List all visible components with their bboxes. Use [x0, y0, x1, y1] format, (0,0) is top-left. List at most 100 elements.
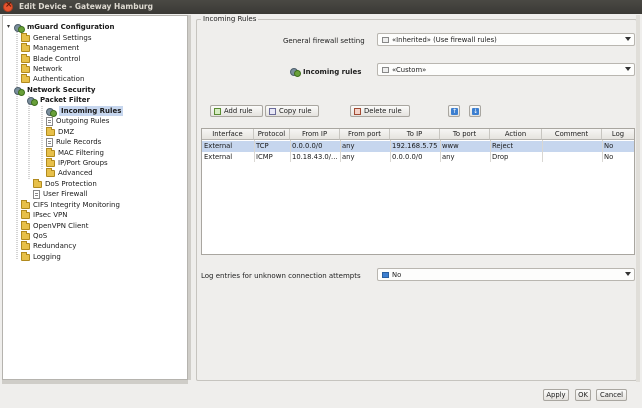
tree-item-network[interactable]: Network — [21, 63, 62, 74]
column-header-from-port[interactable]: From port — [340, 129, 390, 140]
tree-item-incoming-rules[interactable]: Incoming Rules — [46, 106, 124, 117]
cell-to-ip: 192.168.5.75 — [392, 142, 438, 150]
log-unknown-select[interactable]: No — [377, 268, 635, 281]
folder-icon — [21, 199, 30, 209]
general-firewall-select[interactable]: «Inherited» (Use firewall rules) — [377, 33, 635, 46]
log-unknown-label: Log entries for unknown connection attem… — [201, 272, 361, 280]
cell-action: Reject — [492, 142, 514, 150]
cell-action: Drop — [492, 153, 509, 161]
tree-item-ip-port-groups[interactable]: IP/Port Groups — [46, 157, 108, 168]
gear-icon — [290, 67, 301, 77]
column-divider — [542, 140, 543, 162]
folder-icon — [21, 230, 30, 240]
gear-icon — [14, 23, 25, 33]
delete-rule-button[interactable]: Delete rule — [350, 105, 410, 117]
cell-protocol: TCP — [256, 142, 269, 150]
column-header-to-ip[interactable]: To IP — [390, 129, 440, 140]
tree-item-management[interactable]: Management — [21, 42, 79, 53]
dialog-button-bar: Apply OK Cancel — [0, 386, 642, 408]
cell-from-port: any — [342, 142, 355, 150]
incoming-rules-group: Incoming Rules General firewall setting … — [196, 15, 637, 381]
add-rule-button[interactable]: Add rule — [210, 105, 263, 117]
apply-button[interactable]: Apply — [543, 389, 569, 401]
column-divider — [254, 140, 255, 162]
tree-item-dmz[interactable]: DMZ — [46, 126, 74, 137]
general-firewall-value: «Inherited» (Use firewall rules) — [392, 35, 497, 44]
table-row[interactable]: External ICMP 10.18.43.0/... any 0.0.0.0… — [202, 152, 634, 163]
column-header-interface[interactable]: Interface — [202, 129, 254, 140]
tree-item-qos[interactable]: QoS — [21, 230, 47, 241]
cell-comment — [542, 152, 602, 163]
cell-from-ip: 0.0.0.0/0 — [292, 142, 323, 150]
column-divider — [390, 140, 391, 162]
tree-item-blade-control[interactable]: Blade Control — [21, 53, 80, 64]
close-window-button[interactable] — [3, 0, 13, 12]
cell-interface: External — [204, 153, 233, 161]
tree-item-redundancy[interactable]: Redundancy — [21, 240, 76, 251]
rules-table: Interface Protocol From IP From port To … — [201, 128, 635, 255]
cell-to-port: any — [442, 153, 455, 161]
tree-item-cifs-integrity-monitoring[interactable]: CIFS Integrity Monitoring — [21, 199, 120, 210]
folder-icon — [46, 157, 55, 167]
incoming-rules-label-wrap: Incoming rules — [290, 67, 362, 77]
tree-item-packet-filter[interactable]: Packet Filter — [27, 95, 90, 106]
chevron-down-icon — [625, 67, 631, 71]
collapse-icon[interactable]: ▾ — [7, 24, 13, 30]
column-header-action[interactable]: Action — [490, 129, 542, 140]
gear-icon — [14, 86, 25, 96]
tree-item-rule-records[interactable]: Rule Records — [46, 137, 101, 147]
column-header-log[interactable]: Log — [602, 129, 634, 140]
column-divider — [340, 140, 341, 162]
custom-icon — [382, 66, 389, 73]
tree-item-authentication[interactable]: Authentication — [21, 73, 84, 84]
table-row[interactable]: External TCP 0.0.0.0/0 any 192.168.5.75 … — [202, 141, 634, 152]
tree-item-mguard-configuration[interactable]: ▾ mGuard Configuration — [7, 22, 114, 33]
tree-item-network-security[interactable]: Network Security — [14, 85, 95, 96]
tree-item-ipsec-vpn[interactable]: IPsec VPN — [21, 209, 67, 220]
incoming-rules-select[interactable]: «Custom» — [377, 63, 635, 76]
column-divider — [602, 140, 603, 162]
tree-item-general-settings[interactable]: General Settings — [21, 32, 92, 43]
folder-icon — [21, 73, 30, 83]
add-rule-icon — [214, 107, 221, 115]
setting-icon — [382, 271, 389, 278]
delete-rule-icon — [354, 107, 361, 115]
tree-item-advanced[interactable]: Advanced — [46, 167, 93, 178]
column-header-comment[interactable]: Comment — [542, 129, 602, 140]
window-title: Edit Device - Gateway Hamburg — [19, 2, 153, 11]
copy-rule-button[interactable]: Copy rule — [265, 105, 319, 117]
incoming-rules-label: Incoming rules — [303, 67, 362, 76]
tree-item-user-firewall[interactable]: User Firewall — [33, 189, 88, 199]
tree-item-dos-protection[interactable]: DoS Protection — [33, 178, 97, 189]
group-title: Incoming Rules — [201, 15, 259, 23]
chevron-down-icon — [625, 37, 631, 41]
folder-icon — [33, 178, 42, 188]
cell-to-port: www — [442, 142, 459, 150]
inherit-icon — [382, 36, 389, 43]
column-header-from-ip[interactable]: From IP — [290, 129, 340, 140]
splitter-handle[interactable] — [188, 15, 191, 380]
move-down-button[interactable]: ↓ — [469, 105, 481, 117]
cell-protocol: ICMP — [256, 153, 273, 161]
cell-interface: External — [204, 142, 233, 150]
folder-icon — [21, 32, 30, 42]
move-up-button[interactable]: ↑ — [448, 105, 460, 117]
copy-rule-icon — [269, 107, 276, 115]
column-header-protocol[interactable]: Protocol — [254, 129, 290, 140]
content-panel: Incoming Rules General firewall setting … — [194, 15, 640, 382]
column-header-to-port[interactable]: To port — [440, 129, 490, 140]
tree-item-openvpn-client[interactable]: OpenVPN Client — [21, 220, 88, 231]
column-divider — [290, 140, 291, 162]
edit-device-window: Edit Device - Gateway Hamburg ▾mGuard Co… — [0, 0, 642, 408]
panel-scrollbar[interactable] — [636, 15, 640, 382]
incoming-rules-value: «Custom» — [392, 65, 427, 74]
folder-icon — [46, 167, 55, 177]
tree-horizontal-scrollbar[interactable] — [2, 380, 188, 384]
tree-item-mac-filtering[interactable]: MAC Filtering — [46, 147, 104, 158]
ok-button[interactable]: OK — [575, 389, 591, 401]
folder-icon — [21, 220, 30, 230]
folder-icon — [21, 251, 30, 261]
cancel-button[interactable]: Cancel — [596, 389, 627, 401]
tree-item-outgoing-rules[interactable]: Outgoing Rules — [46, 116, 109, 126]
tree-item-logging[interactable]: Logging — [21, 251, 61, 262]
